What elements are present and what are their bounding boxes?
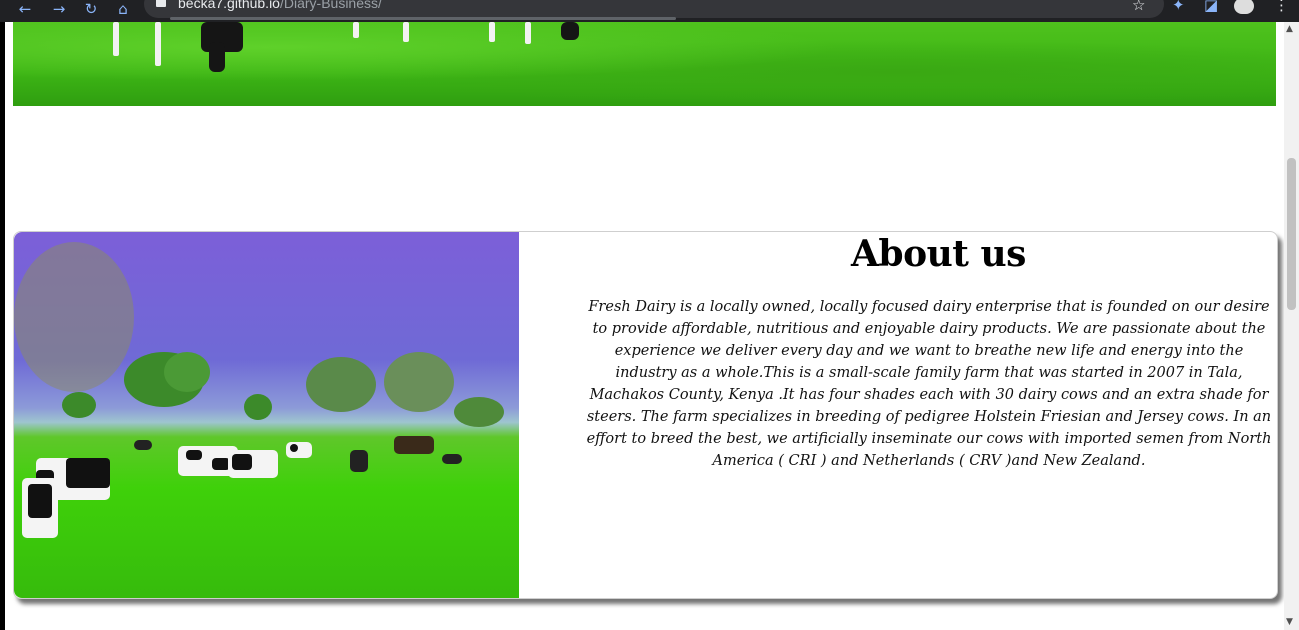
- cow-spot: [232, 454, 252, 470]
- puzzle-icon[interactable]: ✦: [1172, 0, 1185, 14]
- cow: [394, 436, 434, 454]
- url-text[interactable]: becka7.github.io/Diary-Business/: [178, 0, 382, 11]
- url-host: becka7.github.io: [178, 0, 280, 11]
- cow-spot: [28, 484, 52, 518]
- tree: [306, 357, 376, 412]
- cow-spot: [66, 458, 110, 488]
- home-icon[interactable]: ⌂: [112, 0, 134, 20]
- cow-spot: [186, 450, 202, 460]
- cow-leg: [155, 22, 161, 66]
- cast-icon[interactable]: ◪: [1204, 0, 1218, 14]
- lock-icon[interactable]: [156, 0, 166, 7]
- profile-avatar[interactable]: [1234, 0, 1254, 14]
- kebab-menu-icon[interactable]: ⋮: [1274, 0, 1289, 14]
- browser-toolbar: ← → ↻ ⌂ becka7.github.io/Diary-Business/…: [0, 0, 1299, 22]
- page-load-progress: [170, 17, 676, 20]
- cow: [22, 478, 58, 538]
- cow: [228, 450, 278, 478]
- reload-icon[interactable]: ↻: [80, 0, 102, 20]
- cow-leg: [209, 42, 225, 72]
- scroll-up-arrow-icon[interactable]: ▲: [1286, 24, 1293, 34]
- tree: [62, 392, 96, 418]
- tree: [164, 352, 210, 392]
- scroll-down-arrow-icon[interactable]: ▼: [1286, 617, 1293, 627]
- url-path: /Diary-Business/: [279, 0, 382, 11]
- about-title: About us: [851, 233, 1026, 275]
- cow: [286, 442, 312, 458]
- cow: [134, 440, 152, 450]
- scrollbar-track[interactable]: [1284, 22, 1299, 630]
- cow-leg: [525, 22, 531, 44]
- cow-leg: [489, 22, 495, 42]
- hero-banner-image: [13, 22, 1276, 106]
- scrollbar-thumb[interactable]: [1287, 158, 1296, 310]
- tree: [244, 394, 272, 420]
- tree: [384, 352, 454, 412]
- cow-spot: [290, 444, 298, 452]
- forward-icon[interactable]: →: [48, 0, 70, 20]
- tree: [454, 397, 504, 427]
- cow: [442, 454, 462, 464]
- about-farm-image: [14, 232, 519, 598]
- cow: [350, 450, 368, 472]
- back-icon[interactable]: ←: [14, 0, 36, 20]
- page-left-edge: [0, 22, 5, 630]
- cow-leg: [113, 22, 119, 56]
- cow-body: [561, 22, 579, 40]
- cow-leg: [403, 22, 409, 42]
- star-icon[interactable]: ☆: [1132, 0, 1145, 14]
- about-description: Fresh Dairy is a locally owned, locally …: [586, 299, 1272, 469]
- bare-tree: [14, 242, 134, 392]
- cow-leg: [353, 22, 359, 38]
